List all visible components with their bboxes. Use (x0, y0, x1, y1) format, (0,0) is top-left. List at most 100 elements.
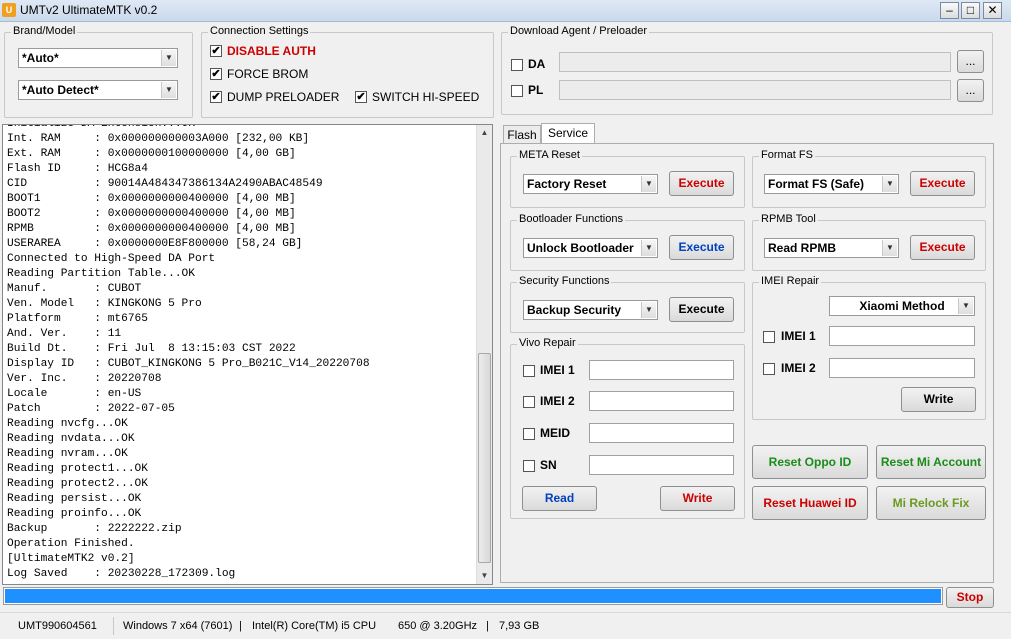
imei2-label: IMEI 2 (781, 361, 816, 375)
rpmb-tool-group: RPMB Tool Read RPMB ▼ Execute (752, 213, 986, 271)
log-line: [UltimateMTK2 v0.2] (7, 553, 135, 565)
vivo-sn-checkbox[interactable] (523, 460, 535, 472)
log-line: And. Ver. : 11 (7, 328, 122, 340)
maximize-button[interactable]: □ (961, 2, 980, 19)
tab-service[interactable]: Service (541, 123, 595, 145)
format-fs-select[interactable]: Format FS (Safe) ▼ (764, 174, 899, 194)
stop-button[interactable]: Stop (946, 587, 994, 608)
close-button[interactable]: ✕ (983, 2, 1002, 19)
log-line: CID : 90014A484347386134A2490ABAC48549 (7, 178, 323, 190)
imei1-label: IMEI 1 (781, 329, 816, 343)
vivo-write-button[interactable]: Write (660, 486, 735, 511)
dump-preloader-checkbox[interactable]: ✔ (210, 91, 222, 103)
log-line: Patch : 2022-07-05 (7, 403, 175, 415)
connection-settings-group: Connection Settings ✔ DISABLE AUTH ✔ FOR… (201, 25, 494, 118)
force-brom-label: FORCE BROM (227, 67, 309, 81)
da-label: DA (528, 57, 546, 71)
status-ram: 7,93 GB (499, 620, 540, 632)
bootloader-functions-title: Bootloader Functions (517, 213, 625, 225)
brand-model-title: Brand/Model (11, 25, 78, 37)
chevron-down-icon: ▼ (641, 176, 656, 192)
bootloader-select[interactable]: Unlock Bootloader ▼ (523, 238, 658, 258)
meta-reset-execute-button[interactable]: Execute (669, 171, 734, 196)
chevron-down-icon: ▼ (882, 176, 897, 192)
model-select[interactable]: *Auto Detect* ▼ (18, 80, 178, 100)
bootloader-select-value: Unlock Bootloader (527, 241, 634, 255)
disable-auth-checkbox[interactable]: ✔ (210, 45, 222, 57)
log-line: Reading proinfo...OK (7, 508, 142, 520)
vivo-meid-checkbox[interactable] (523, 428, 535, 440)
bootloader-execute-button[interactable]: Execute (669, 235, 734, 260)
chevron-down-icon: ▼ (958, 298, 973, 314)
log-line: Reading nvcfg...OK (7, 418, 128, 430)
reset-huawei-id-button[interactable]: Reset Huawei ID (752, 486, 868, 520)
minimize-button[interactable]: – (940, 2, 959, 19)
imei-repair-group: IMEI Repair Xiaomi Method ▼ IMEI 1 IMEI … (752, 275, 986, 420)
imei1-input[interactable] (829, 326, 975, 346)
switch-hispeed-checkbox[interactable]: ✔ (355, 91, 367, 103)
log-line: Ext. RAM : 0x0000000100000000 [4,00 GB] (7, 148, 296, 160)
scroll-down-icon[interactable]: ▼ (477, 568, 492, 584)
pl-checkbox[interactable] (511, 85, 523, 97)
scroll-up-icon[interactable]: ▲ (477, 125, 492, 141)
log-line: BOOT1 : 0x0000000000400000 [4,00 MB] (7, 193, 296, 205)
security-functions-group: Security Functions Backup Security ▼ Exe… (510, 275, 745, 333)
status-divider (113, 617, 114, 635)
imei1-checkbox[interactable] (763, 331, 775, 343)
pl-browse-button[interactable]: ... (957, 79, 984, 102)
security-select[interactable]: Backup Security ▼ (523, 300, 658, 320)
pl-path-field[interactable] (559, 80, 951, 100)
log-line: Initialize DA Extension...OK (7, 124, 195, 130)
vivo-imei1-input[interactable] (589, 360, 734, 380)
connection-settings-title: Connection Settings (208, 25, 311, 37)
log-output[interactable]: Initialize DA Extension...OK Int. RAM : 0… (2, 124, 493, 585)
reset-oppo-id-button[interactable]: Reset Oppo ID (752, 445, 868, 479)
vivo-sn-input[interactable] (589, 455, 734, 475)
log-line: Reading Partition Table...OK (7, 268, 195, 280)
da-checkbox[interactable] (511, 59, 523, 71)
vivo-imei1-checkbox[interactable] (523, 365, 535, 377)
security-execute-button[interactable]: Execute (669, 297, 734, 322)
tab-flash[interactable]: Flash (503, 125, 541, 145)
status-cpu-freq: 650 @ 3.20GHz (398, 620, 478, 632)
vivo-repair-group: Vivo Repair IMEI 1 IMEI 2 MEID SN Read W… (510, 337, 745, 519)
brand-model-group: Brand/Model *Auto* ▼ *Auto Detect* ▼ (4, 25, 193, 118)
imei-repair-title: IMEI Repair (759, 275, 822, 287)
log-line: Ven. Model : KINGKONG 5 Pro (7, 298, 202, 310)
log-scrollbar[interactable]: ▲ ▼ (476, 125, 492, 584)
imei-method-select[interactable]: Xiaomi Method ▼ (829, 296, 975, 316)
da-path-field[interactable] (559, 52, 951, 72)
meta-reset-select[interactable]: Factory Reset ▼ (523, 174, 658, 194)
reset-mi-account-button[interactable]: Reset Mi Account (876, 445, 986, 479)
imei2-input[interactable] (829, 358, 975, 378)
log-line: Manuf. : CUBOT (7, 283, 142, 295)
chevron-down-icon: ▼ (882, 240, 897, 256)
vivo-imei2-checkbox[interactable] (523, 396, 535, 408)
rpmb-select[interactable]: Read RPMB ▼ (764, 238, 899, 258)
log-lines: Initialize DA Extension...OK Int. RAM : 0… (7, 124, 370, 582)
log-line: Reading protect1...OK (7, 463, 148, 475)
status-cpu: Intel(R) Core(TM) i5 CPU (252, 620, 377, 632)
log-line: Connected to High-Speed DA Port (7, 253, 216, 265)
scroll-thumb[interactable] (478, 353, 491, 563)
meta-reset-group: META Reset Factory Reset ▼ Execute (510, 149, 745, 208)
imei2-checkbox[interactable] (763, 363, 775, 375)
rpmb-execute-button[interactable]: Execute (910, 235, 975, 260)
status-bar: UMT990604561 Windows 7 x64 (7601) | Inte… (0, 612, 1011, 639)
brand-select[interactable]: *Auto* ▼ (18, 48, 178, 68)
format-fs-execute-button[interactable]: Execute (910, 171, 975, 196)
imei-write-button[interactable]: Write (901, 387, 976, 412)
force-brom-checkbox[interactable]: ✔ (210, 68, 222, 80)
status-os: Windows 7 x64 (7601) (123, 620, 233, 632)
log-line: USERAREA : 0x0000000E8F800000 [58,24 GB] (7, 238, 303, 250)
vivo-imei2-input[interactable] (589, 391, 734, 411)
vivo-meid-input[interactable] (589, 423, 734, 443)
vivo-imei1-label: IMEI 1 (540, 363, 575, 377)
log-line: Int. RAM : 0x000000000003A000 [232,00 KB… (7, 133, 310, 145)
log-line: Reading protect2...OK (7, 478, 148, 490)
da-browse-button[interactable]: ... (957, 50, 984, 73)
disable-auth-label: DISABLE AUTH (227, 44, 316, 58)
vivo-read-button[interactable]: Read (522, 486, 597, 511)
vivo-imei2-label: IMEI 2 (540, 394, 575, 408)
mi-relock-fix-button[interactable]: Mi Relock Fix (876, 486, 986, 520)
